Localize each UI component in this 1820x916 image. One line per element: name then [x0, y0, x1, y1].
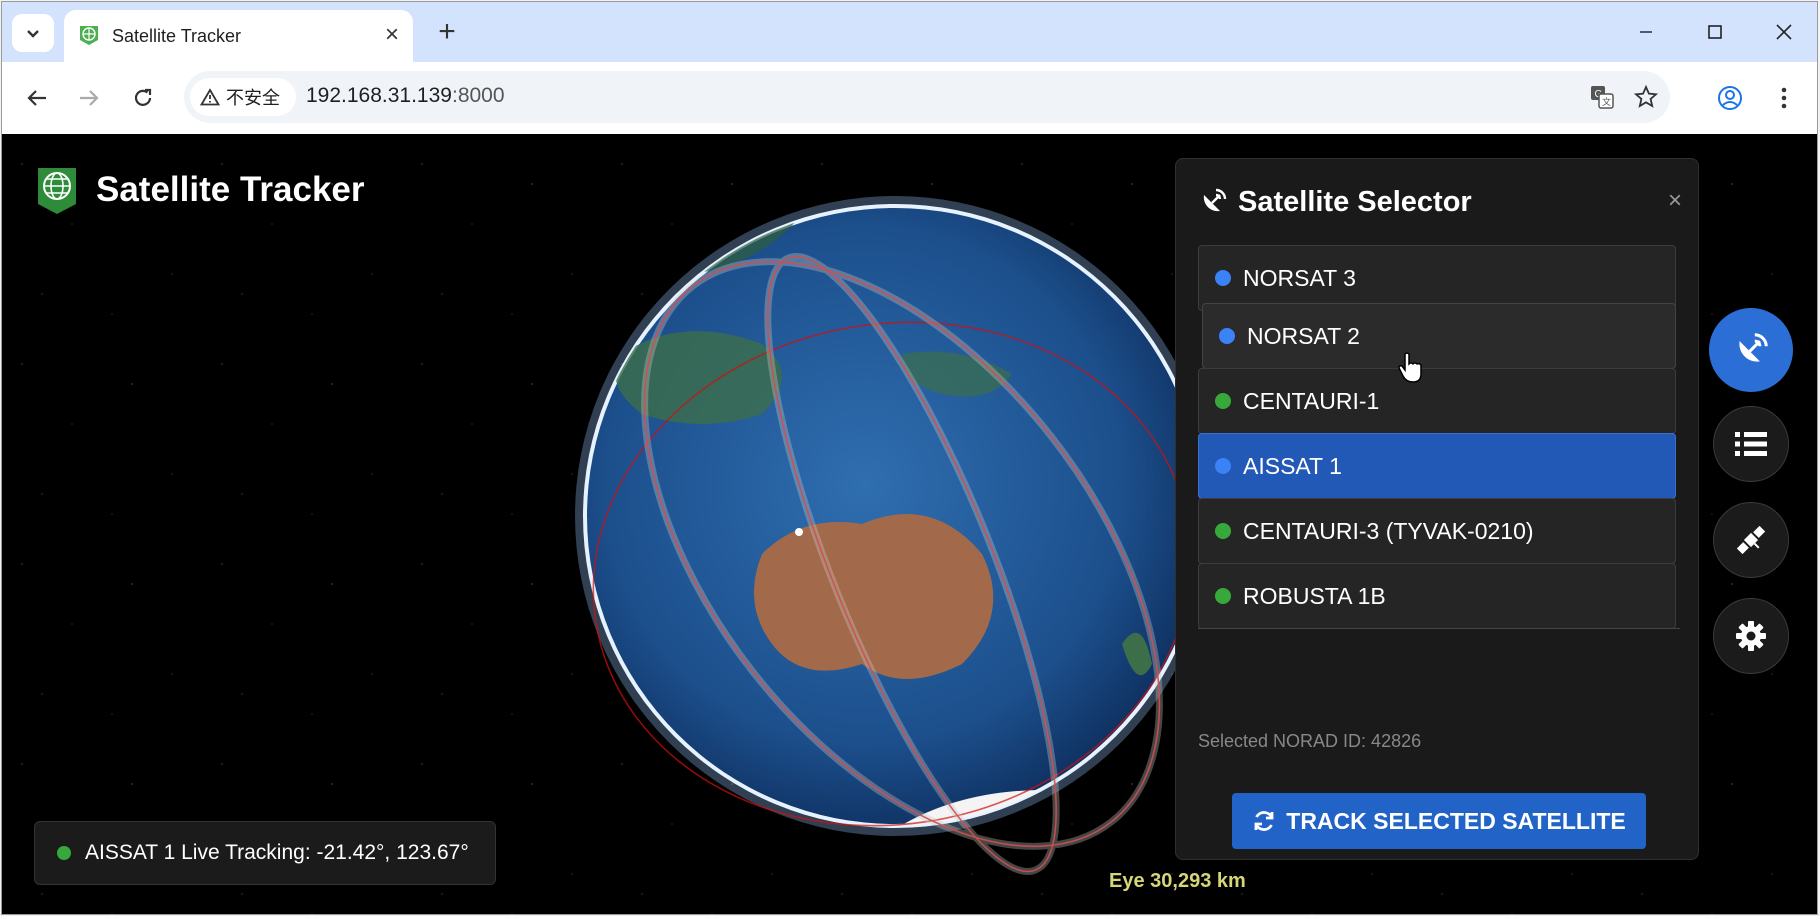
satellite-dish-icon	[1739, 333, 1768, 362]
list-icon	[1735, 432, 1767, 456]
tab-close-icon[interactable]: ×	[385, 21, 399, 49]
satellite-name: CENTAURI-3 (TYVAK-0210)	[1243, 517, 1534, 544]
satellite-item-centauri-1[interactable]: CENTAURI-1	[1198, 368, 1676, 434]
minimize-button[interactable]	[1611, 12, 1681, 52]
satellite-name: NORSAT 3	[1243, 264, 1356, 291]
translate-button[interactable]: G文	[1586, 81, 1618, 113]
status-dot	[1215, 458, 1231, 474]
address-bar[interactable]: 不安全 192.168.31.139:8000 G文	[184, 71, 1670, 123]
settings-button[interactable]	[1713, 598, 1789, 674]
minimize-icon	[1640, 31, 1652, 33]
live-tracking-text: AISSAT 1 Live Tracking: -21.42°, 123.67°	[85, 841, 469, 864]
cesium-viewport[interactable]: Satellite Tracker Eye 30,293 km AISSAT 1…	[2, 134, 1817, 914]
tab-satellite-tracker[interactable]: Satellite Tracker ×	[64, 10, 413, 62]
panel-header: Satellite Selector ×	[1176, 159, 1698, 245]
tab-strip: Satellite Tracker × +	[2, 2, 1817, 62]
australia-landmass	[754, 514, 994, 679]
satellite-item-robusta-1b[interactable]: ROBUSTA 1B	[1198, 563, 1676, 628]
arrow-right-icon	[80, 90, 99, 106]
maximize-icon	[1708, 25, 1722, 39]
satellite-icon	[1736, 525, 1766, 555]
satellite-item-norsat-3[interactable]: NORSAT 3	[1198, 245, 1676, 311]
browser-toolbar: 不安全 192.168.31.139:8000 G文	[2, 62, 1817, 134]
satellite-item-norsat-2[interactable]: NORSAT 2	[1202, 303, 1676, 369]
satellite-name: ROBUSTA 1B	[1243, 582, 1386, 609]
app-logo-icon	[38, 168, 76, 214]
hand-cursor-icon	[1398, 352, 1422, 383]
satellite-name: AISSAT 1	[1243, 452, 1342, 479]
selected-norad-id: Selected NORAD ID: 42826	[1198, 731, 1422, 751]
translate-icon: G文	[1591, 86, 1614, 109]
forward-button[interactable]	[69, 78, 109, 118]
satellite-selector-panel: Satellite Selector × NORSAT 3 NORSAT 2 C…	[1175, 158, 1699, 860]
satellite-name: CENTAURI-1	[1243, 387, 1380, 414]
satellite-selector-toggle[interactable]	[1709, 308, 1793, 392]
svg-text:文: 文	[1602, 96, 1611, 107]
warning-icon	[200, 88, 220, 106]
globe-favicon-icon	[80, 26, 98, 45]
track-button-label: TRACK SELECTED SATELLITE	[1286, 807, 1626, 834]
app-title: Satellite Tracker	[96, 170, 365, 209]
satellite-button[interactable]	[1713, 502, 1789, 578]
southeast-asia-landmass	[615, 331, 782, 424]
tracking-status-dot	[57, 846, 71, 860]
tab-search-button[interactable]	[12, 14, 54, 52]
new-tab-button[interactable]: +	[429, 14, 465, 50]
live-tracking-status: AISSAT 1 Live Tracking: -21.42°, 123.67°	[34, 821, 496, 885]
profile-button[interactable]	[1710, 78, 1750, 118]
list-view-button[interactable]	[1713, 406, 1789, 482]
satellite-item-centauri-3[interactable]: CENTAURI-3 (TYVAK-0210)	[1198, 498, 1676, 564]
panel-title: Satellite Selector	[1238, 185, 1472, 218]
tab-title: Satellite Tracker	[112, 26, 242, 46]
browser-window: Satellite Tracker × + 不安全 192.168.31.139…	[1, 1, 1818, 915]
satellite-name: NORSAT 2	[1247, 322, 1360, 349]
star-icon	[1634, 85, 1658, 108]
more-vert-icon	[1781, 87, 1787, 109]
satellite-item-aissat-1[interactable]: AISSAT 1	[1198, 433, 1676, 499]
security-chip[interactable]: 不安全	[190, 78, 296, 116]
reload-button[interactable]	[123, 78, 163, 118]
bookmark-button[interactable]	[1630, 81, 1662, 113]
maximize-button[interactable]	[1680, 12, 1750, 52]
url-port: :8000	[451, 84, 505, 107]
reload-icon	[134, 88, 152, 106]
satellite-marker[interactable]	[795, 528, 803, 536]
close-icon	[1776, 24, 1792, 40]
camera-eye-altitude: Eye 30,293 km	[1109, 870, 1246, 892]
status-dot	[1215, 393, 1231, 409]
status-dot	[1219, 328, 1235, 344]
gear-icon	[1736, 621, 1766, 651]
status-dot	[1215, 523, 1231, 539]
profile-icon	[1718, 86, 1742, 110]
url-host: 192.168.31.139	[306, 84, 452, 107]
satellite-dish-icon	[1203, 188, 1227, 212]
sync-icon	[1254, 811, 1274, 831]
status-dot	[1215, 270, 1231, 286]
panel-close-icon[interactable]: ×	[1668, 187, 1682, 215]
satellite-list[interactable]: NORSAT 3 NORSAT 2 CENTAURI-1 AISSAT 1 CE…	[1198, 245, 1680, 629]
security-label: 不安全	[226, 88, 280, 108]
window-close-button[interactable]	[1749, 12, 1817, 52]
track-selected-satellite-button[interactable]: TRACK SELECTED SATELLITE	[1232, 793, 1646, 849]
back-button[interactable]	[17, 78, 57, 118]
chevron-down-icon	[27, 30, 39, 38]
status-dot	[1215, 588, 1231, 604]
url-text[interactable]: 192.168.31.139:8000	[306, 84, 505, 108]
arrow-left-icon	[27, 90, 46, 106]
menu-button[interactable]	[1764, 78, 1804, 118]
